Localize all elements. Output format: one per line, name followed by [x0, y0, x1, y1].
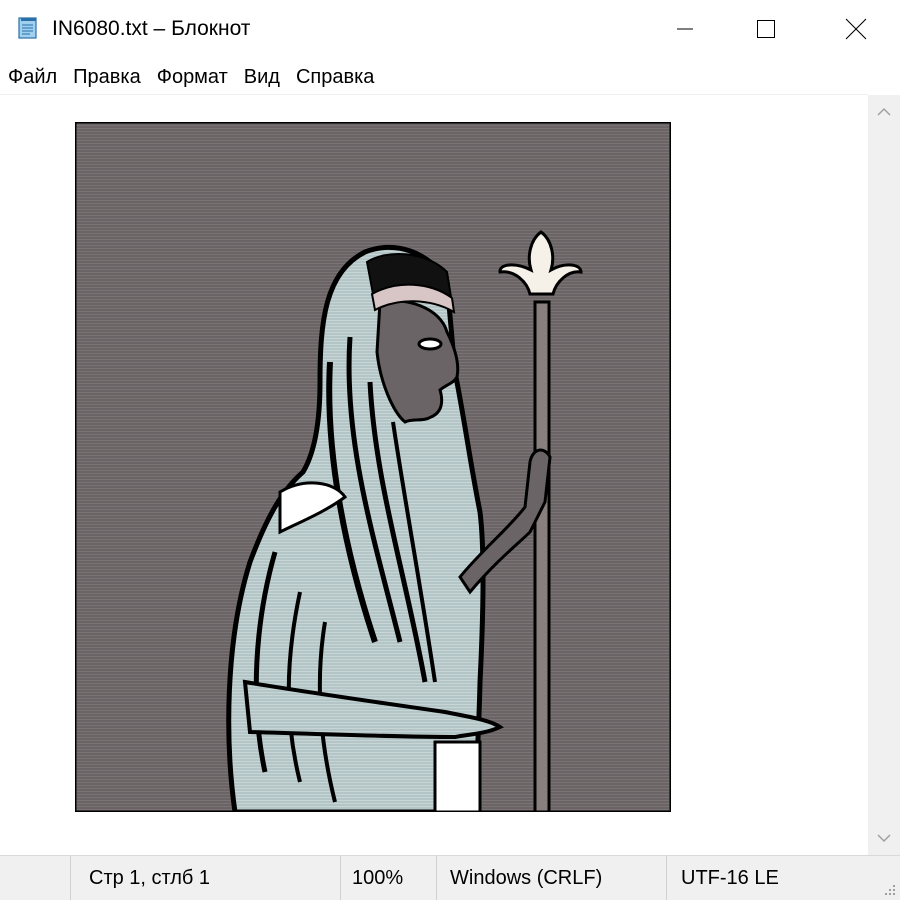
notepad-icon [16, 16, 40, 40]
vertical-scrollbar[interactable] [868, 95, 900, 855]
chevron-up-icon [877, 107, 891, 116]
status-bar: Стр 1, стлб 1 100% Windows (CRLF) UTF-16… [0, 855, 900, 900]
maximize-button[interactable] [720, 0, 812, 58]
status-encoding: UTF-16 LE [666, 856, 900, 900]
minimize-icon [677, 28, 693, 30]
close-icon [845, 18, 867, 40]
minimize-button[interactable] [639, 0, 731, 58]
window-title: IN6080.txt – Блокнот [52, 17, 251, 40]
menu-help[interactable]: Справка [288, 60, 382, 94]
scroll-up-button[interactable] [868, 95, 900, 129]
menu-view[interactable]: Вид [236, 60, 288, 94]
menu-bar: Файл Правка Формат Вид Справка [0, 60, 900, 94]
menu-format[interactable]: Формат [149, 60, 236, 94]
text-editor-area[interactable] [0, 95, 868, 855]
menu-edit[interactable]: Правка [65, 60, 149, 94]
status-line-endings: Windows (CRLF) [436, 856, 666, 900]
scroll-down-button[interactable] [868, 821, 900, 855]
status-cursor-position: Стр 1, стлб 1 [70, 856, 340, 900]
maximize-icon [757, 20, 775, 38]
title-bar[interactable]: IN6080.txt – Блокнот [0, 0, 900, 58]
close-button[interactable] [810, 0, 900, 58]
resize-grip-icon[interactable] [882, 882, 896, 896]
ascii-art-picture [75, 122, 671, 812]
status-zoom: 100% [340, 856, 436, 900]
chevron-down-icon [877, 834, 891, 843]
menu-file[interactable]: Файл [0, 60, 65, 94]
